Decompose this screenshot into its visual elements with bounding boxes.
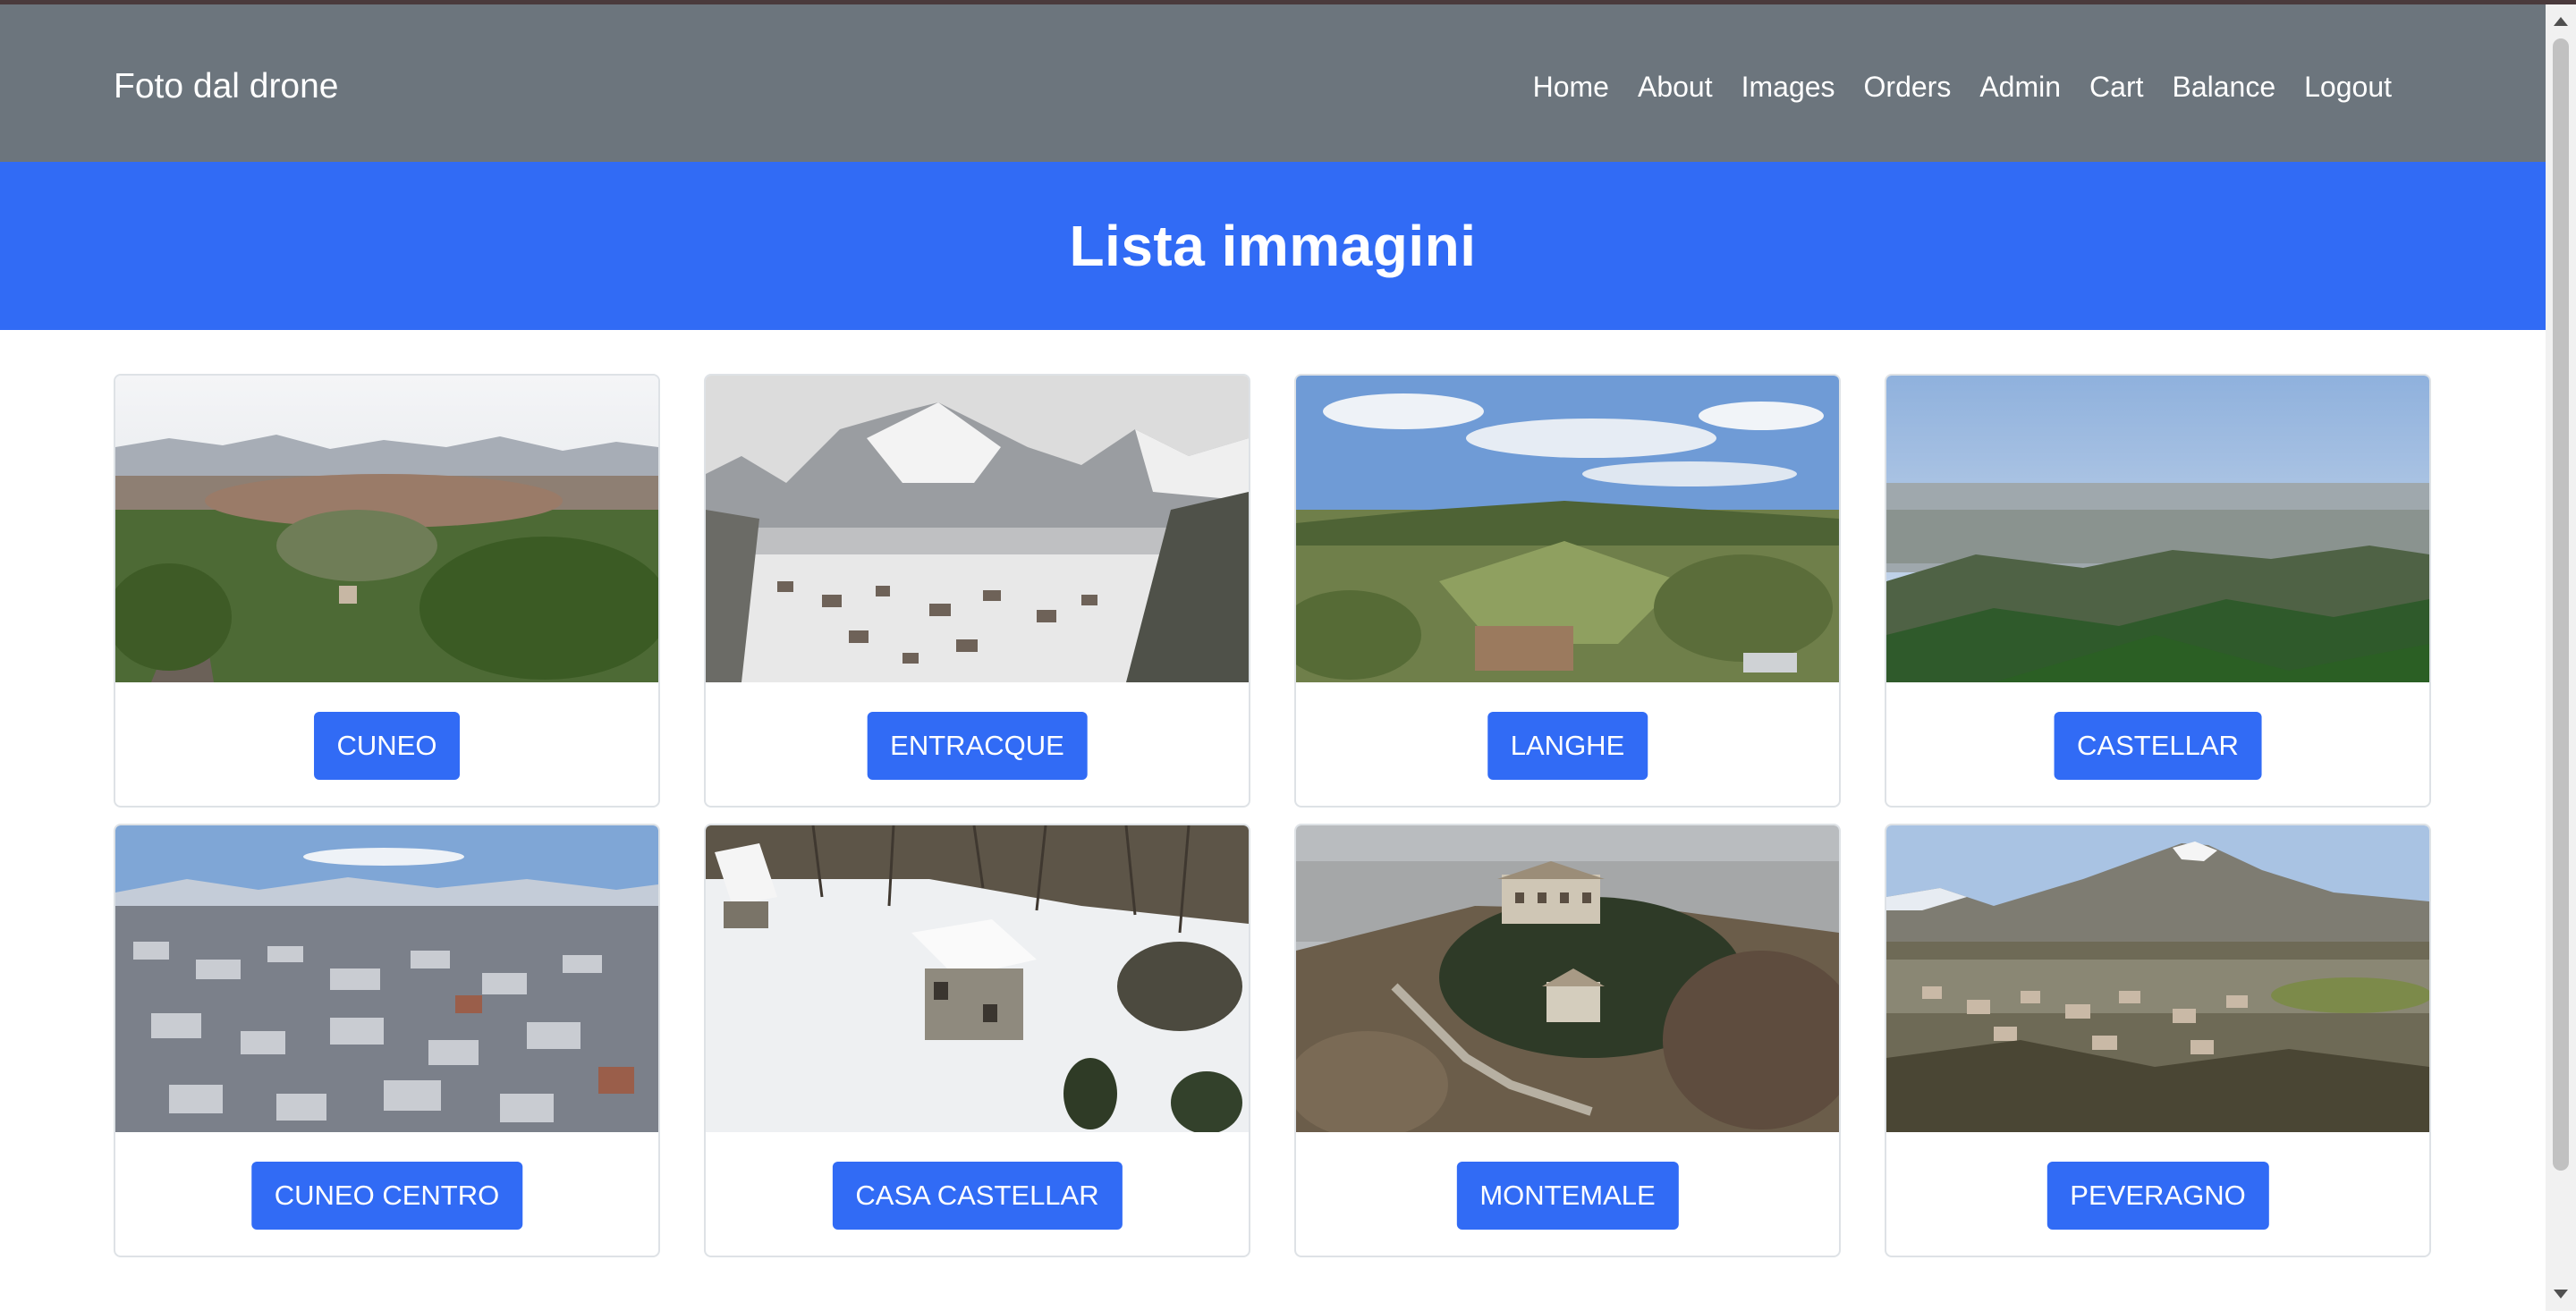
scrollbar-thumb[interactable]	[2553, 38, 2569, 1171]
casa-castellar-button[interactable]: CASA CASTELLAR	[832, 1162, 1123, 1230]
nav-link-admin[interactable]: Admin	[1979, 64, 2061, 109]
page-title: Lista immagini	[1069, 214, 1477, 278]
image-card: MONTEMALE	[1294, 824, 1841, 1257]
brand-link[interactable]: Foto dal drone	[114, 64, 339, 109]
nav-link-cart[interactable]: Cart	[2089, 64, 2143, 109]
nav-link-images[interactable]: Images	[1741, 64, 1835, 109]
vertical-scrollbar[interactable]	[2546, 4, 2576, 1311]
image-thumbnail[interactable]	[115, 825, 658, 1132]
nav-link-about[interactable]: About	[1638, 64, 1713, 109]
peveragno-button[interactable]: PEVERAGNO	[2046, 1162, 2269, 1230]
page-header-banner: Lista immagini	[0, 162, 2546, 330]
cuneo-aerial-photo	[115, 376, 658, 682]
image-card: CASTELLAR	[1885, 374, 2431, 808]
peveragno-aerial-photo	[1886, 825, 2429, 1132]
montemale-button[interactable]: MONTEMALE	[1456, 1162, 1679, 1230]
image-thumbnail[interactable]	[1296, 376, 1839, 682]
scroll-down-arrow-icon[interactable]	[2554, 1290, 2568, 1298]
navbar: Foto dal drone Home About Images Orders …	[0, 4, 2546, 162]
image-thumbnail[interactable]	[1886, 376, 2429, 682]
image-thumbnail[interactable]	[706, 825, 1249, 1132]
nav-link-logout[interactable]: Logout	[2304, 64, 2392, 109]
castellar-button[interactable]: CASTELLAR	[2054, 712, 2262, 780]
nav-link-balance[interactable]: Balance	[2172, 64, 2275, 109]
image-thumbnail[interactable]	[706, 376, 1249, 682]
image-thumbnail[interactable]	[1296, 825, 1839, 1132]
image-card: CUNEO CENTRO	[114, 824, 660, 1257]
image-card: CASA CASTELLAR	[704, 824, 1250, 1257]
nav-link-orders[interactable]: Orders	[1864, 64, 1952, 109]
image-card: ENTRACQUE	[704, 374, 1250, 808]
nav-links: Home About Images Orders Admin Cart Bala…	[1533, 64, 2392, 109]
image-thumbnail[interactable]	[1886, 825, 2429, 1132]
cuneo-centro-button[interactable]: CUNEO CENTRO	[250, 1162, 523, 1230]
image-card: LANGHE	[1294, 374, 1841, 808]
montemale-aerial-photo	[1296, 825, 1839, 1132]
casa-castellar-aerial-photo	[706, 825, 1249, 1132]
entracque-button[interactable]: ENTRACQUE	[867, 712, 1088, 780]
cuneo-button[interactable]: CUNEO	[313, 712, 461, 780]
nav-link-home[interactable]: Home	[1533, 64, 1609, 109]
castellar-aerial-photo	[1886, 376, 2429, 682]
scroll-up-arrow-icon[interactable]	[2554, 17, 2568, 26]
entracque-aerial-photo	[706, 376, 1249, 682]
langhe-aerial-photo	[1296, 376, 1839, 682]
image-thumbnail[interactable]	[115, 376, 658, 682]
image-card: PEVERAGNO	[1885, 824, 2431, 1257]
image-card: CUNEO	[114, 374, 660, 808]
cuneo-centro-aerial-photo	[115, 825, 658, 1132]
langhe-button[interactable]: LANGHE	[1487, 712, 1648, 780]
image-grid: CUNEO ENTRACQUE LANGHE CASTELLAR CUNEO C…	[114, 374, 2434, 1257]
